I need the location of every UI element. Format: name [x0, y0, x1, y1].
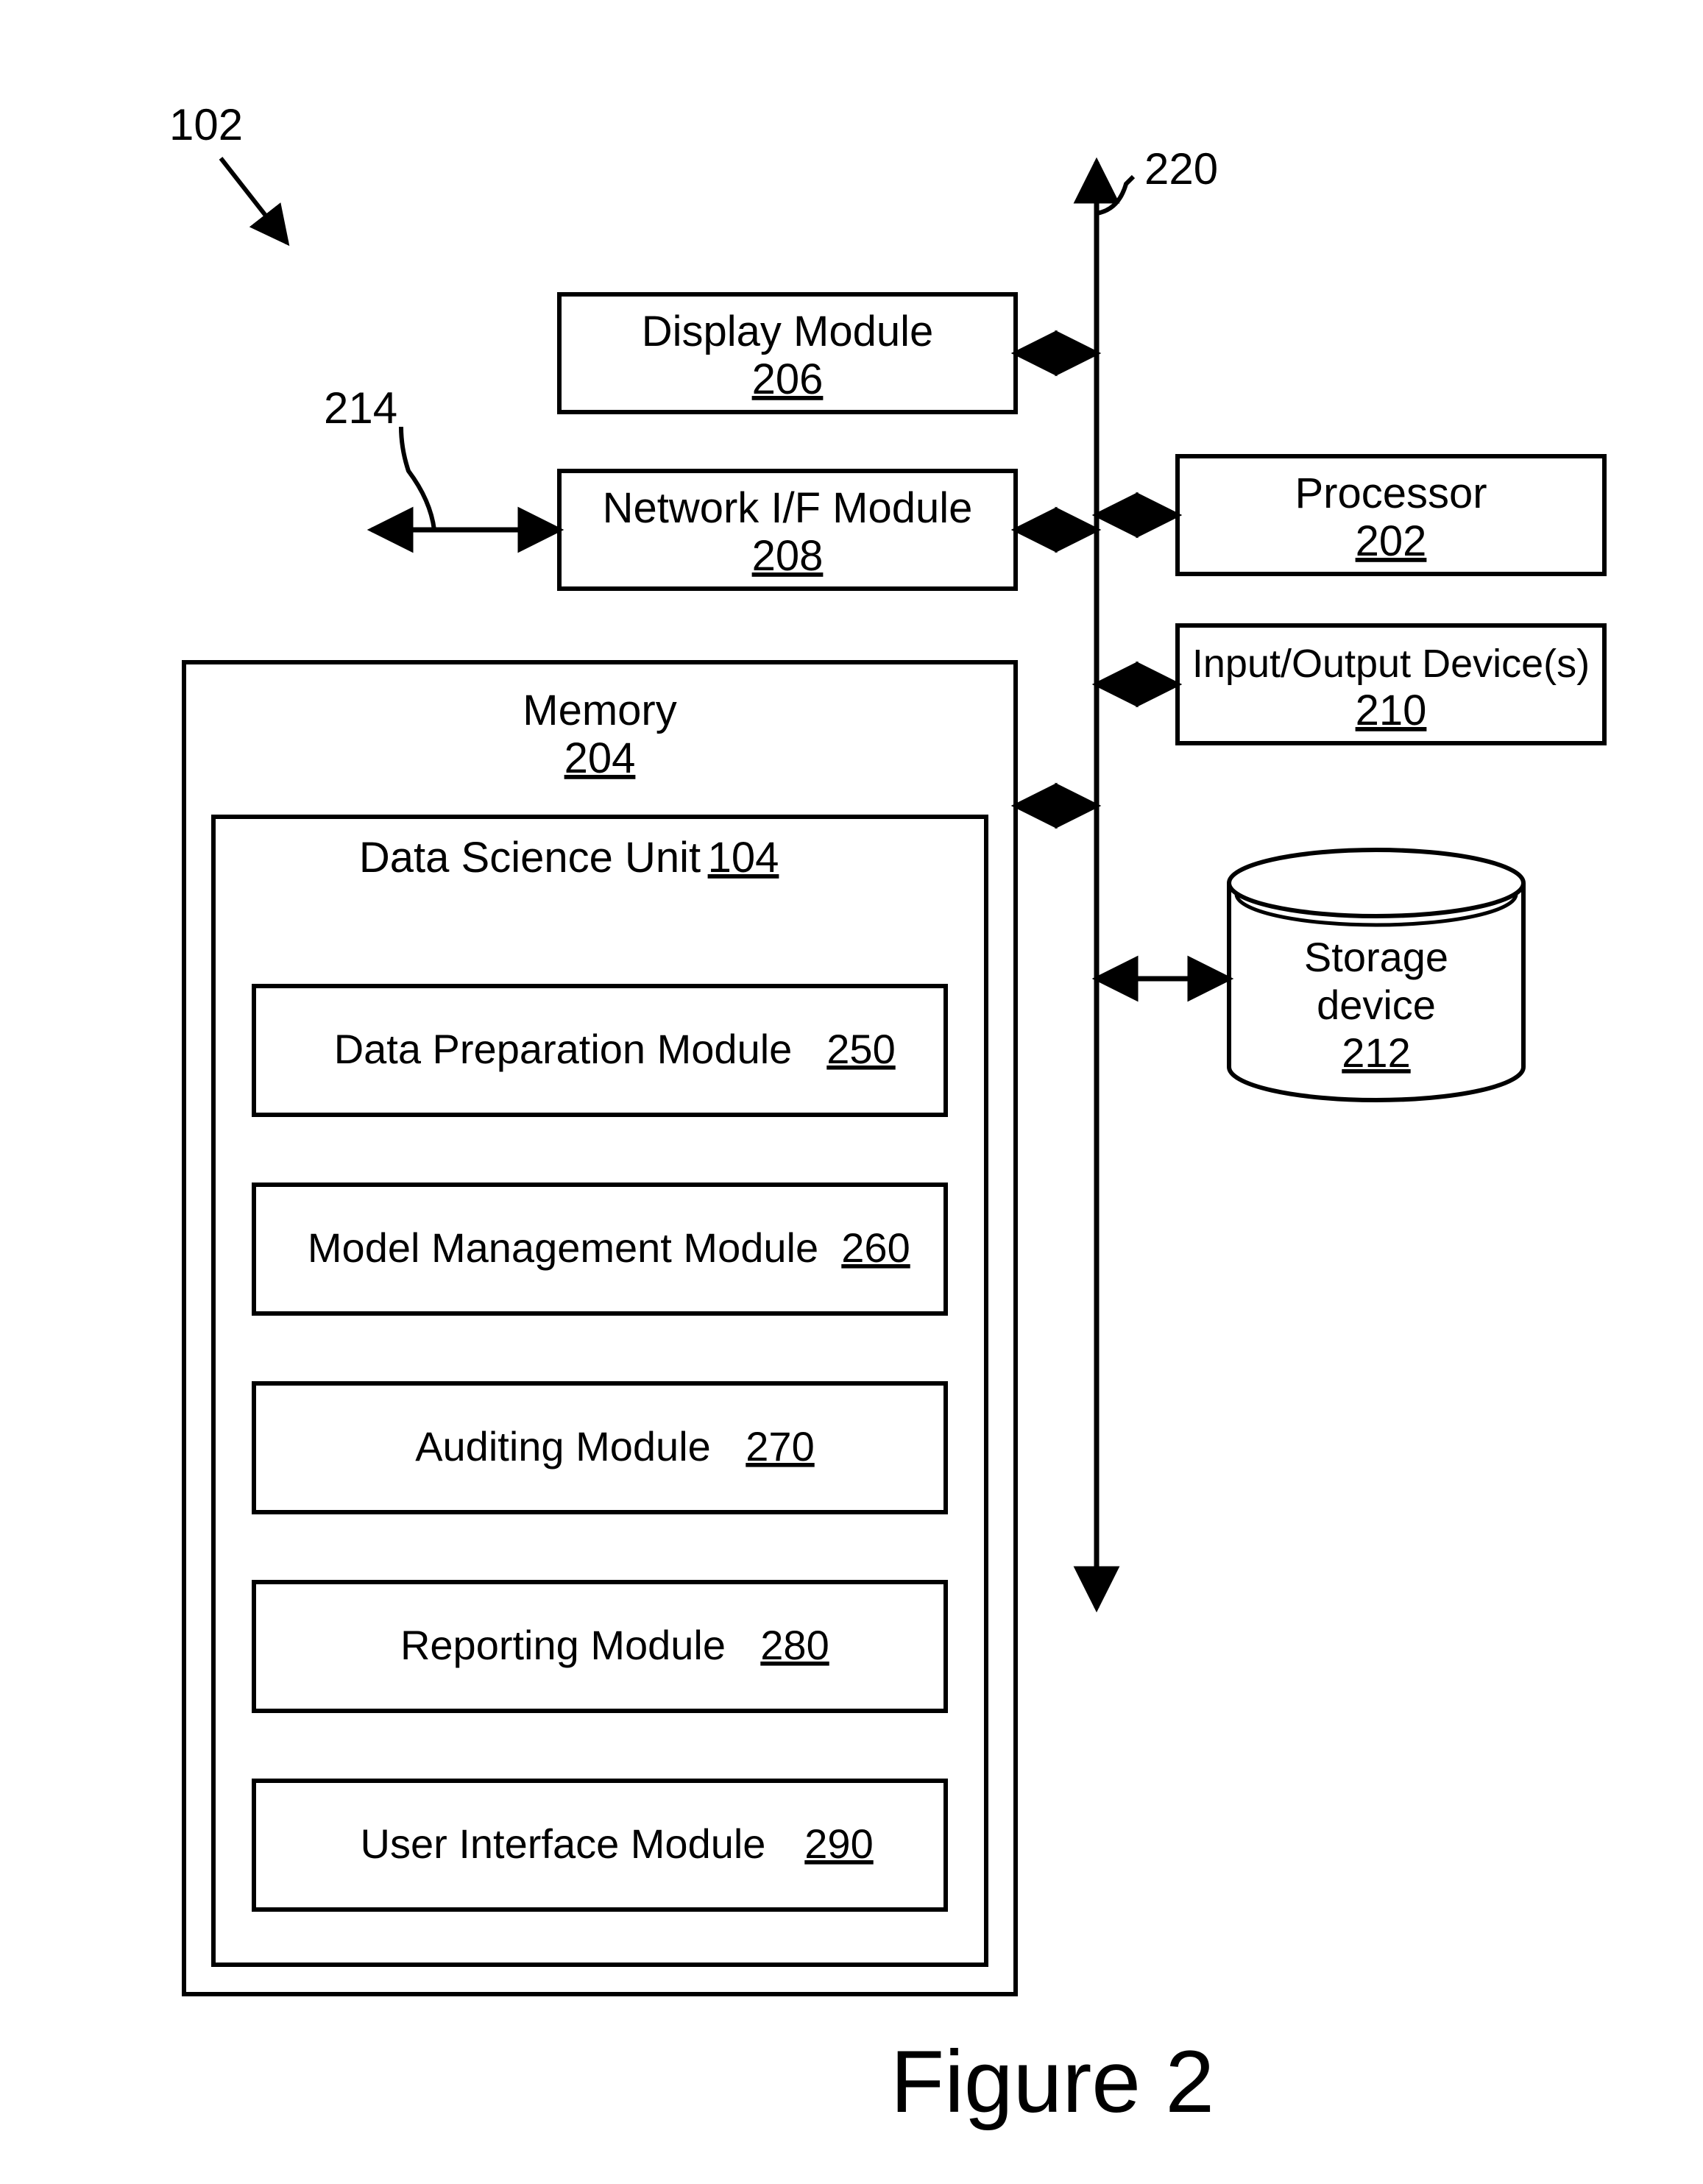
- display-module-ref: 206: [752, 355, 824, 403]
- outer-ref-label: 102: [169, 100, 243, 149]
- storage-name1: Storage: [1304, 934, 1448, 980]
- mod-250-name: Data Preparation Module: [334, 1026, 793, 1072]
- outer-ref: 102: [169, 100, 287, 243]
- io-ref: 210: [1356, 687, 1427, 734]
- figure-label: Figure 2: [891, 2032, 1214, 2131]
- mod-270-box: Auditing Module 270: [254, 1383, 946, 1512]
- ext-ref-label: 214: [324, 383, 397, 433]
- mod-270-ref: 270: [746, 1423, 814, 1469]
- mod-280-name: Reporting Module: [400, 1622, 726, 1668]
- network-module-name: Network I/F Module: [603, 484, 973, 532]
- storage-ref: 212: [1342, 1029, 1410, 1076]
- mod-290-box: User Interface Module 290: [254, 1781, 946, 1910]
- data-science-unit-box: Data Science Unit 104: [213, 817, 986, 1965]
- display-module-box: Display Module 206: [559, 294, 1097, 412]
- bus-line: 220: [1097, 144, 1218, 1608]
- memory-ref: 204: [564, 734, 636, 782]
- mod-280-ref: 280: [760, 1622, 829, 1668]
- mod-260-name: Model Management Module: [308, 1224, 818, 1271]
- processor-box: Processor 202: [1097, 456, 1604, 574]
- io-box: Input/Output Device(s) 210: [1097, 625, 1604, 743]
- storage-name2: device: [1317, 982, 1436, 1028]
- mod-250-ref: 250: [826, 1026, 895, 1072]
- io-name: Input/Output Device(s): [1192, 642, 1590, 686]
- bus-ref-label: 220: [1144, 144, 1218, 194]
- mod-280-box: Reporting Module 280: [254, 1582, 946, 1711]
- mod-250-box: Data Preparation Module 250: [254, 986, 946, 1115]
- mod-270-name: Auditing Module: [415, 1423, 711, 1469]
- mod-260-ref: 260: [841, 1224, 910, 1271]
- mod-290-name: User Interface Module: [361, 1820, 766, 1867]
- processor-name: Processor: [1295, 469, 1487, 517]
- dsu-ref: 104: [708, 834, 779, 882]
- block-diagram: 220 102 Display Module 206 Network I/F M…: [0, 0, 1703, 2184]
- mod-290-ref: 290: [804, 1820, 873, 1867]
- mod-260-box: Model Management Module 260: [254, 1185, 946, 1313]
- network-module-ref: 208: [752, 532, 824, 580]
- storage-cylinder: Storage device 212: [1097, 850, 1523, 1100]
- dsu-name: Data Science Unit: [359, 834, 701, 882]
- display-module-name: Display Module: [642, 308, 934, 355]
- memory-name: Memory: [523, 687, 676, 734]
- processor-ref: 202: [1356, 517, 1427, 565]
